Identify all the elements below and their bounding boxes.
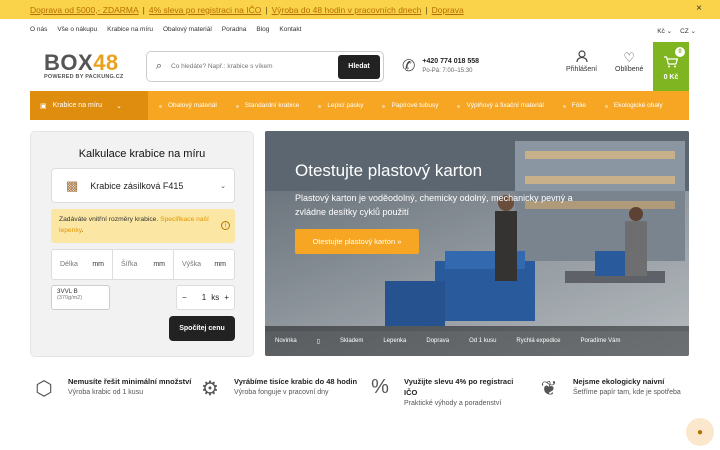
factory-icon: ⚙: [201, 378, 219, 400]
cart-count-badge: 0: [675, 47, 685, 57]
feature-item: ⬡ Nemusíte řešit minimální množství Výrob…: [30, 376, 193, 401]
box-type-select[interactable]: ▩ Krabice zásilková F415 ⌄: [51, 168, 235, 203]
height-input[interactable]: Výška mm: [174, 250, 234, 279]
chevron-down-icon: ⌄: [116, 102, 122, 110]
hero-text: Plastový karton je voděodolný, chemicky …: [295, 193, 573, 217]
search-input[interactable]: [171, 63, 338, 70]
phone-hours: Po-Pá: 7:00–15:30: [422, 68, 473, 74]
announcement-bar: Doprava od 5000,- ZDARMA | 4% sleva po re…: [0, 0, 720, 19]
cardboard-box-icon: ▩: [66, 177, 79, 193]
user-icon: [566, 50, 597, 66]
language-select[interactable]: CZ ⌄: [680, 27, 696, 35]
category-item[interactable]: Výplňový a fixační materiál: [452, 102, 544, 109]
search-bar: ⌕ Hledat: [146, 51, 384, 82]
hero-tab[interactable]: Lepenka: [373, 338, 416, 344]
topnav-shopping[interactable]: Vše o nákupu: [57, 26, 97, 33]
announcement-link-shipping[interactable]: Doprava od 5000,- ZDARMA: [30, 5, 139, 15]
logo[interactable]: BOX48 POWERED BY PACKUNG.CZ: [44, 52, 124, 81]
calculate-price-button[interactable]: Spočítej cenu: [169, 316, 235, 341]
topnav-custom-boxes[interactable]: Krabice na míru: [107, 26, 153, 33]
hero-tab[interactable]: Poradíme Vám: [570, 338, 630, 344]
quantity-plus-button[interactable]: +: [224, 293, 229, 302]
hero-tab[interactable]: Doprava: [416, 338, 459, 344]
dimensions-note: Zadáváte vnitřní rozměry krabice. Specif…: [51, 209, 235, 243]
announcement-link-delivery[interactable]: Doprava: [432, 5, 464, 15]
heart-icon: ♡: [623, 50, 636, 65]
dimensions-inputs: Délka mm Šířka mm Výška mm: [51, 249, 235, 280]
eco-icon: ❦: [540, 378, 558, 400]
chat-button[interactable]: ●: [686, 418, 714, 446]
topnav-about[interactable]: O nás: [30, 26, 47, 33]
category-item[interactable]: Papírové tubusy: [377, 102, 438, 109]
search-button[interactable]: Hledat: [338, 54, 380, 79]
hero-tab[interactable]: Novinka: [265, 338, 307, 344]
material-select[interactable]: 3VVL B (370g/m2): [51, 285, 110, 310]
top-navigation: O nás Vše o nákupu Krabice na míru Obalo…: [30, 26, 301, 33]
logo-tagline: POWERED BY PACKUNG.CZ: [44, 74, 124, 80]
quantity-minus-button[interactable]: −: [182, 293, 187, 302]
feature-item: % Využijte slevu 4% po registraci IČO Pra…: [366, 376, 524, 407]
width-input[interactable]: Šířka mm: [113, 250, 174, 279]
quantity-stepper: − 1 ks +: [176, 285, 235, 310]
hero-banner[interactable]: Otestujte plastový karton Plastový karto…: [265, 131, 689, 356]
announcement-link-discount[interactable]: 4% sleva po registraci na IČO: [149, 5, 261, 15]
close-icon[interactable]: ×: [696, 3, 702, 14]
calculator-title: Kalkulace krabice na míru: [78, 148, 206, 160]
announcement-link-production[interactable]: Výroba do 48 hodin v pracovních dnech: [272, 5, 422, 15]
hero-cta-button[interactable]: Otestujte plastový karton »: [295, 229, 419, 254]
cart-icon: [653, 56, 689, 71]
topnav-contact[interactable]: Kontakt: [279, 26, 301, 33]
cart-total: 0 Kč: [663, 74, 679, 81]
search-icon: ⌕: [155, 60, 163, 72]
locale-switchers: Kč ⌄ CZ ⌄: [657, 27, 696, 35]
cart-button[interactable]: 0 0 Kč: [653, 42, 689, 91]
feature-item: ⚙ Vyrábíme tisíce krabic do 48 hodin Výro…: [196, 376, 359, 401]
login-button[interactable]: Přihlášení: [566, 50, 597, 73]
chevron-down-icon: ⌄: [666, 28, 673, 35]
quantity-unit: ks: [211, 293, 220, 302]
category-item[interactable]: Ekologické obaly: [600, 102, 663, 109]
phone-contact[interactable]: ✆ +420 774 018 558 Po-Pá: 7:00–15:30: [402, 56, 479, 76]
category-main-menu[interactable]: ▣ Krabice na míru ⌄: [30, 91, 148, 120]
topnav-advice[interactable]: Poradna: [222, 26, 247, 33]
phone-icon: ✆: [402, 58, 416, 75]
currency-select[interactable]: Kč ⌄: [657, 27, 672, 35]
length-input[interactable]: Délka mm: [52, 250, 113, 279]
chevron-down-icon: ⌄: [220, 182, 226, 190]
chevron-down-icon: ⌄: [690, 28, 696, 35]
topnav-packaging[interactable]: Obalový materiál: [163, 26, 212, 33]
box-calculator: Kalkulace krabice na míru ▩ Krabice zási…: [30, 131, 254, 357]
box-icon: ▣: [40, 102, 47, 110]
quantity-value[interactable]: 1: [202, 293, 206, 302]
hero-tab[interactable]: Rychlá expedice: [506, 338, 570, 344]
category-item[interactable]: Standardní krabice: [231, 102, 299, 109]
feature-item: ❦ Nejsme ekologicky naivní Šetříme papír …: [535, 376, 681, 401]
phone-number: +420 774 018 558: [422, 58, 480, 65]
category-bar: ▣ Krabice na míru ⌄ Obalový materiál Sta…: [30, 91, 689, 120]
favorites-button[interactable]: ♡ Oblíbené: [615, 50, 643, 73]
hero-title: Otestujte plastový karton: [295, 161, 483, 180]
box-icon: ⬡: [35, 378, 53, 400]
category-item[interactable]: Lepicí pásky: [313, 102, 363, 109]
hero-tabs: Novinka ▯ Skladem Lepenka Doprava Od 1 k…: [265, 326, 689, 356]
category-item[interactable]: Fólie: [558, 102, 586, 109]
hero-tab-icon[interactable]: ▯: [307, 338, 330, 345]
info-icon[interactable]: i: [221, 221, 230, 230]
discount-icon: %: [371, 376, 389, 398]
hero-tab[interactable]: Skladem: [330, 338, 373, 344]
hero-tab[interactable]: Od 1 kusu: [459, 338, 506, 344]
chat-icon: ●: [696, 426, 704, 438]
topnav-blog[interactable]: Blog: [256, 26, 269, 33]
category-item[interactable]: Obalový materiál: [154, 102, 217, 109]
